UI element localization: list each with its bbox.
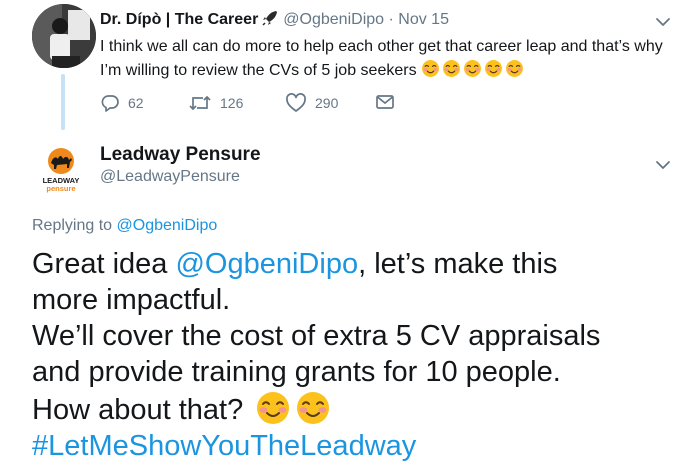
tweet1-date[interactable]: Nov 15: [398, 11, 449, 28]
message-button[interactable]: [375, 93, 403, 111]
smiling-face-emoji: [464, 60, 481, 77]
like-button[interactable]: 290: [285, 93, 338, 113]
message-icon: [376, 95, 394, 109]
reply-icon: [101, 95, 119, 112]
replying-prefix: Replying to: [32, 217, 113, 234]
smiling-face-emoji: [297, 392, 330, 424]
smiling-face-emoji: [257, 392, 290, 424]
smiling-face-emoji: [485, 60, 502, 77]
tweet2-line3: We’ll cover the cost of extra 5 CV appra…: [32, 320, 601, 352]
reply-count: 62: [128, 95, 144, 111]
retweet-button[interactable]: 126: [188, 93, 243, 113]
tweet2-line1: Great idea @OgbeniDipo, let’s make this: [32, 246, 692, 282]
tweet2-author-handle[interactable]: @LeadwayPensure: [100, 168, 240, 186]
smiling-face-emoji: [443, 60, 460, 77]
retweet-count: 126: [220, 95, 244, 111]
replying-to: Replying to @OgbeniDipo: [32, 217, 217, 235]
tweet1-body: I think we all can do more to help each …: [100, 38, 663, 79]
tweet1-emojis: [421, 60, 526, 79]
tweet1-author-handle[interactable]: @OgbeniDipo: [283, 11, 384, 28]
like-count: 290: [315, 95, 339, 111]
tweet-original[interactable]: Dr. Dípò | The Career @OgbeniDipo · Nov …: [0, 0, 700, 130]
rocket-icon: [262, 11, 278, 26]
avatar-ogbenidipo[interactable]: [32, 4, 96, 68]
tweet1-separator: ·: [388, 11, 394, 28]
tweet2-author-name[interactable]: Leadway Pensure: [100, 144, 261, 166]
chevron-down-icon[interactable]: [655, 17, 671, 27]
retweet-icon: [189, 95, 211, 111]
hashtag-link[interactable]: #LetMeShowYouTheLeadway: [32, 428, 692, 464]
tweet1-text: I think we all can do more to help each …: [100, 35, 680, 83]
reply-button[interactable]: 62: [100, 93, 144, 113]
tweet2-line1-prefix: Great idea: [32, 248, 168, 280]
chevron-down-icon[interactable]: [655, 160, 671, 170]
mention-link[interactable]: @OgbeniDipo: [175, 248, 358, 280]
tweet2-text: Great idea @OgbeniDipo, let’s make this …: [32, 246, 692, 464]
smiling-face-emoji: [506, 60, 523, 77]
tweet2-line5-text: How about that?: [32, 394, 244, 426]
tweet2-line5: How about that?: [32, 390, 692, 428]
like-icon: [286, 93, 306, 112]
logo-text-bottom: pensure: [46, 184, 75, 193]
thread-line: [61, 74, 65, 130]
smiling-face-emoji: [422, 60, 439, 77]
tweet2-line2: more impactful.: [32, 284, 231, 316]
avatar-leadwaypensure[interactable]: LEADWAY pensure: [32, 141, 90, 199]
replying-handle-link[interactable]: @OgbeniDipo: [117, 217, 218, 234]
tweet1-author-name[interactable]: Dr. Dípò | The Career: [100, 11, 258, 28]
tweet1-header: Dr. Dípò | The Career @OgbeniDipo · Nov …: [100, 9, 449, 30]
tweet2-line1-suffix: , let’s make this: [358, 248, 558, 280]
tweet2-line4: and provide training grants for 10 peopl…: [32, 356, 561, 388]
